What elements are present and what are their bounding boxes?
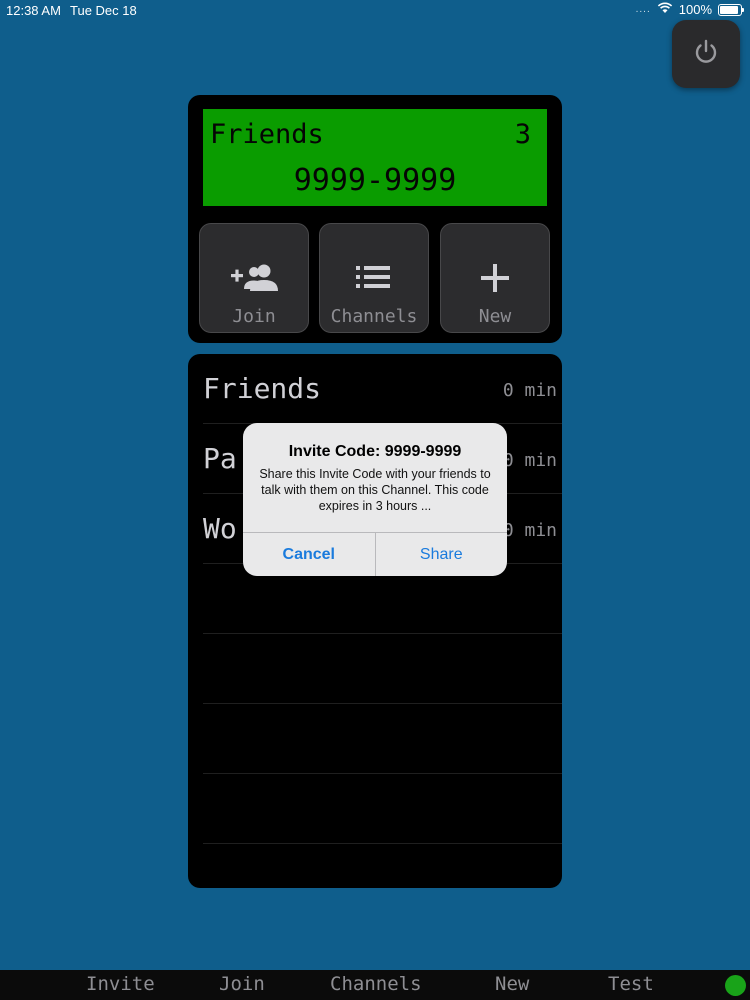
wifi-icon <box>657 2 673 17</box>
channels-button-label: Channels <box>330 306 418 327</box>
alert-button-row: Cancel Share <box>243 532 507 576</box>
tab-invite[interactable]: Invite <box>86 973 155 995</box>
alert-message: Share this Invite Code with your friends… <box>259 467 491 513</box>
connection-status-dot <box>725 975 746 996</box>
empty-row <box>203 634 562 704</box>
display-member-count: 3 <box>514 119 531 150</box>
tab-test[interactable]: Test <box>608 973 654 995</box>
channels-button[interactable]: Channels <box>319 223 429 333</box>
tab-channels[interactable]: Channels <box>330 973 422 995</box>
channel-name: Friends <box>203 372 322 405</box>
channel-control-panel: Friends 3 9999-9999 Join Channels New <box>188 95 562 343</box>
new-button-label: New <box>478 306 512 327</box>
power-button[interactable] <box>672 20 740 88</box>
cancel-button[interactable]: Cancel <box>243 533 376 576</box>
status-date: Tue Dec 18 <box>70 3 137 18</box>
display-invite-code: 9999-9999 <box>293 163 457 198</box>
plus-icon <box>441 262 549 292</box>
list-icon <box>320 262 428 292</box>
join-button[interactable]: Join <box>199 223 309 333</box>
channel-name: Wo <box>203 512 237 545</box>
tab-new[interactable]: New <box>495 973 529 995</box>
join-button-label: Join <box>232 306 276 327</box>
invite-code-alert: Invite Code: 9999-9999 Share this Invite… <box>243 423 507 576</box>
channel-time: 0 min <box>502 450 557 471</box>
battery-percent: 100% <box>678 2 712 17</box>
display-channel-name: Friends <box>210 119 324 150</box>
empty-row <box>203 774 562 844</box>
battery-fill <box>720 5 738 14</box>
alert-title: Invite Code: 9999-9999 <box>288 443 462 460</box>
battery-icon <box>718 3 744 16</box>
share-button[interactable]: Share <box>376 533 508 576</box>
signal-dots: .... <box>635 4 651 15</box>
add-user-icon <box>200 262 308 292</box>
power-icon <box>691 37 721 71</box>
status-time: 12:38 AM <box>6 3 61 18</box>
channel-display: Friends 3 9999-9999 <box>203 109 547 206</box>
channel-time: 0 min <box>502 380 557 401</box>
new-button[interactable]: New <box>440 223 550 333</box>
status-indicators: .... 100% <box>635 2 744 17</box>
channel-row[interactable]: Friends 0 min <box>203 354 562 424</box>
bottom-tab-bar: Invite Join Channels New Test <box>0 970 750 1000</box>
channel-time: 0 min <box>502 520 557 541</box>
status-bar: 12:38 AM Tue Dec 18 .... 100% <box>0 0 750 20</box>
empty-row <box>203 704 562 774</box>
channel-name: Pa <box>203 442 237 475</box>
tab-join[interactable]: Join <box>219 973 265 995</box>
